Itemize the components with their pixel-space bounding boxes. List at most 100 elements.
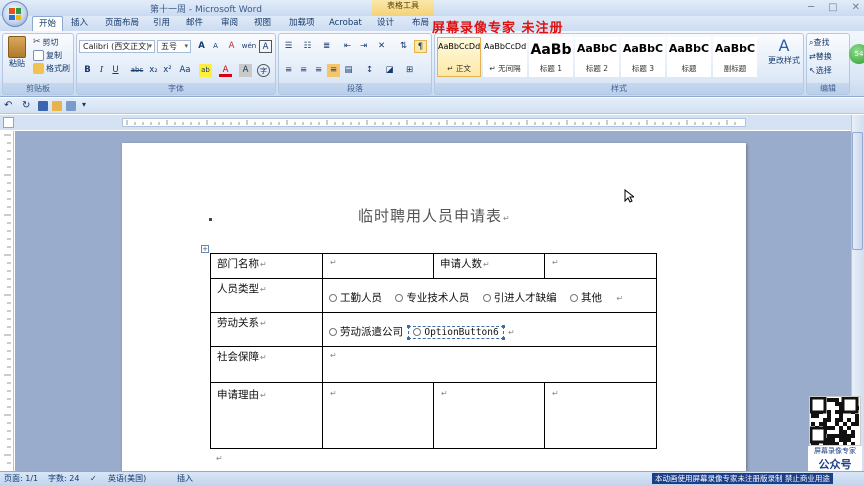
option-dispatch-company[interactable]: 劳动派遣公司	[329, 326, 403, 338]
proofing-icon[interactable]: ✓	[90, 472, 97, 486]
select-button[interactable]: ↖选择	[809, 65, 832, 76]
line-spacing-icon[interactable]: ↕	[363, 64, 376, 77]
office-button[interactable]	[2, 1, 28, 27]
word-count[interactable]: 字数: 24	[48, 472, 79, 486]
open-icon[interactable]	[52, 101, 62, 111]
insert-mode[interactable]: 插入	[177, 472, 193, 486]
language[interactable]: 英语(美国)	[108, 472, 146, 486]
tab-addins[interactable]: 加载项	[289, 16, 315, 31]
find-button[interactable]: ⌕查找	[809, 37, 829, 48]
clear-format-button[interactable]: A	[225, 40, 238, 53]
grow-font-button[interactable]: A	[195, 40, 208, 53]
shrink-font-button[interactable]: A	[209, 40, 222, 53]
personnel-type-cell[interactable]: 工勤人员 专业技术人员 引进人才缺编 其他 ↵	[322, 278, 657, 313]
dept-name-cell[interactable]: ↵	[322, 253, 434, 279]
table-cell[interactable]: 劳动关系↵	[210, 312, 323, 347]
option-technical-staff[interactable]: 专业技术人员	[395, 292, 469, 304]
italic-button[interactable]: I	[95, 64, 108, 77]
font-color-button[interactable]: A	[219, 64, 232, 77]
social-security-cell[interactable]: ↵	[322, 346, 657, 383]
phonetic-guide-button[interactable]: wén	[241, 40, 257, 53]
resize-handle[interactable]	[501, 337, 505, 340]
align-center-icon[interactable]: ≡	[297, 64, 310, 77]
page-count[interactable]: 页面: 1/1	[4, 472, 38, 486]
labor-relation-cell[interactable]: 劳动派遣公司 OptionButton6 ↵	[322, 312, 657, 347]
style-no-spacing[interactable]: AaBbCcDd ↵ 无间隔	[483, 37, 527, 77]
distributed-icon[interactable]: ▤	[342, 64, 355, 77]
close-button[interactable]: ✕	[852, 2, 860, 13]
bold-button[interactable]: B	[81, 64, 94, 77]
redo-icon[interactable]: ↻	[22, 100, 30, 111]
font-size-combo[interactable]: 五号 ▾	[157, 40, 191, 53]
maximize-button[interactable]: □	[828, 2, 837, 13]
show-marks-icon[interactable]: ¶	[414, 40, 427, 53]
decrease-indent-icon[interactable]: ⇤	[341, 40, 354, 53]
option-talent-vacancy[interactable]: 引进人才缺编	[482, 292, 557, 304]
tab-layout[interactable]: 布局	[412, 16, 429, 31]
undo-icon[interactable]: ↶	[4, 100, 12, 111]
tab-references[interactable]: 引用	[153, 16, 170, 31]
tab-home[interactable]: 开始	[32, 16, 64, 32]
style-subtitle[interactable]: AaBbC 副标题	[713, 37, 757, 77]
shading-icon[interactable]: ◪	[383, 64, 396, 77]
font-family-combo[interactable]: Calibri (西文正文) ▾	[79, 40, 155, 53]
option-other[interactable]: 其他	[570, 292, 602, 304]
paste-button[interactable]: 粘贴	[7, 36, 27, 69]
char-border-button[interactable]: A	[259, 40, 272, 53]
option-button-6-selected[interactable]: OptionButton6	[407, 325, 505, 340]
borders-icon[interactable]: ⊞	[403, 64, 416, 77]
subscript-button[interactable]: x₂	[147, 64, 160, 77]
style-heading-2[interactable]: AaBbC 标题 2	[575, 37, 619, 77]
tab-design[interactable]: 设计	[377, 16, 394, 31]
save-icon[interactable]	[38, 101, 48, 111]
document-heading[interactable]: 临时聘用人员申请表↵	[358, 205, 511, 226]
tab-selector[interactable]	[3, 117, 14, 128]
print-preview-icon[interactable]	[66, 101, 76, 111]
option-support-staff[interactable]: 工勤人员	[329, 292, 382, 304]
tab-page-layout[interactable]: 页面布局	[105, 16, 139, 31]
customize-qat-icon[interactable]: ▾	[82, 100, 86, 109]
enclose-char-button[interactable]: 字	[257, 64, 270, 77]
table-cell[interactable]: 人员类型↵	[210, 278, 323, 313]
text-direction-icon[interactable]: ✕	[375, 40, 388, 53]
resize-handle[interactable]	[501, 325, 505, 328]
tab-review[interactable]: 审阅	[221, 16, 238, 31]
strikethrough-button[interactable]: abc	[129, 64, 145, 77]
style-title[interactable]: AaBbC 标题	[667, 37, 711, 77]
multilevel-list-icon[interactable]: ≣	[320, 40, 333, 53]
change-styles-button[interactable]: A 更改样式	[766, 36, 802, 66]
char-shading-button[interactable]: A	[239, 64, 252, 77]
style-heading-3[interactable]: AaBbC 标题 3	[621, 37, 665, 77]
style-normal[interactable]: AaBbCcDd ↵ 正文	[437, 37, 481, 77]
tab-insert[interactable]: 插入	[71, 16, 88, 31]
sort-icon[interactable]: ⇅	[397, 40, 410, 53]
reason-cell-2[interactable]: ↵	[433, 382, 545, 449]
style-heading-1[interactable]: AaBb 标题 1	[529, 37, 573, 77]
change-case-button[interactable]: Aa	[177, 64, 193, 77]
align-right-icon[interactable]: ≡	[312, 64, 325, 77]
resize-handle[interactable]	[407, 337, 411, 340]
increase-indent-icon[interactable]: ⇥	[357, 40, 370, 53]
align-left-icon[interactable]: ≡	[282, 64, 295, 77]
horizontal-ruler[interactable]	[122, 118, 746, 127]
reason-cell-1[interactable]: ↵	[322, 382, 434, 449]
format-painter-button[interactable]: 格式刷	[33, 63, 70, 74]
numbering-icon[interactable]: ☷	[301, 40, 314, 53]
table-cell[interactable]: 部门名称↵	[210, 253, 323, 279]
table-cell[interactable]: 申请人数↵	[433, 253, 545, 279]
applicant-count-cell[interactable]: ↵	[544, 253, 657, 279]
bullets-icon[interactable]: ☰	[282, 40, 295, 53]
underline-button[interactable]: U	[109, 64, 122, 77]
tab-acrobat[interactable]: Acrobat	[329, 16, 362, 31]
tab-mailings[interactable]: 邮件	[186, 16, 203, 31]
copy-button[interactable]: 复制	[33, 50, 62, 61]
table-cell[interactable]: 申请理由↵	[210, 382, 323, 449]
highlight-button[interactable]: ab	[199, 64, 212, 77]
table-cell[interactable]: 社会保障↵	[210, 346, 323, 383]
minimize-button[interactable]: ─	[808, 2, 814, 13]
table-move-handle-icon[interactable]: +	[201, 245, 209, 253]
superscript-button[interactable]: x²	[161, 64, 174, 77]
resize-handle[interactable]	[407, 325, 411, 328]
reason-cell-3[interactable]: ↵	[544, 382, 657, 449]
scrollbar-thumb[interactable]	[852, 132, 863, 250]
